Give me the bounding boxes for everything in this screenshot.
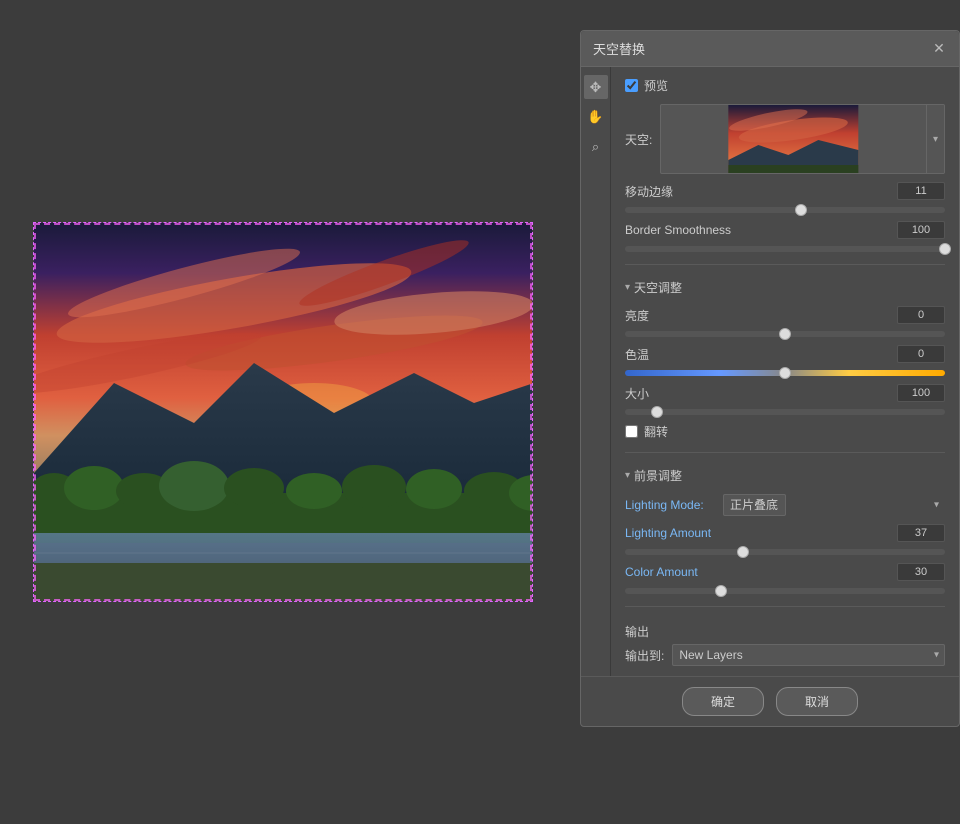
canvas-svg: [34, 223, 533, 602]
border-smoothness-slider-row: Border Smoothness: [625, 221, 945, 252]
dialog-body: ✥ ✋ ⌕ 预览 天空:: [581, 67, 959, 676]
sky-adjustment-header[interactable]: ▾ 天空调整: [625, 277, 945, 298]
color-temp-value[interactable]: [897, 345, 945, 363]
right-panel: 预览 天空:: [611, 67, 959, 676]
sky-adjustment-arrow: ▾: [625, 282, 630, 293]
dialog-title: 天空替换: [593, 39, 645, 58]
zoom-tool-button[interactable]: ⌕: [584, 135, 608, 159]
size-track[interactable]: [625, 409, 945, 415]
size-thumb[interactable]: [651, 406, 663, 418]
color-temp-label: 色温: [625, 346, 649, 363]
sky-dropdown: ▾: [660, 104, 945, 174]
brightness-track[interactable]: [625, 331, 945, 337]
lighting-amount-slider-row: Lighting Amount: [625, 524, 945, 555]
foreground-adjustment-label: 前景调整: [634, 467, 682, 484]
color-amount-value[interactable]: [897, 563, 945, 581]
move-edge-slider-row: 移动边缘: [625, 182, 945, 213]
foreground-adjustment-header[interactable]: ▾ 前景调整: [625, 465, 945, 486]
color-temp-slider-row: 色温: [625, 345, 945, 376]
preview-checkbox[interactable]: [625, 79, 638, 92]
size-header: 大小: [625, 384, 945, 402]
color-temp-track[interactable]: [625, 370, 945, 376]
move-tool-button[interactable]: ✥: [584, 75, 608, 99]
canvas-image-wrapper: [33, 222, 533, 602]
color-amount-label: Color Amount: [625, 565, 698, 579]
color-amount-thumb[interactable]: [715, 585, 727, 597]
dialog-footer: 确定 取消: [581, 676, 959, 726]
output-select-wrapper: New Layers Duplicate Layer Current Layer: [672, 644, 945, 666]
move-edge-track[interactable]: [625, 207, 945, 213]
move-edge-header: 移动边缘: [625, 182, 945, 200]
left-toolbar: ✥ ✋ ⌕: [581, 67, 611, 676]
sky-dropdown-arrow: ▾: [926, 105, 944, 173]
sky-selector: 天空:: [625, 104, 945, 174]
hand-icon: ✋: [587, 109, 603, 125]
border-smoothness-label: Border Smoothness: [625, 223, 731, 237]
lighting-mode-label: Lighting Mode:: [625, 498, 715, 512]
sky-adjustment-label: 天空调整: [634, 279, 682, 296]
border-smoothness-track[interactable]: [625, 246, 945, 252]
sky-thumbnail-image: [661, 105, 926, 173]
cancel-button[interactable]: 取消: [776, 687, 858, 716]
sky-adjustment-divider: [625, 264, 945, 265]
foreground-adjustment-divider: [625, 452, 945, 453]
hand-tool-button[interactable]: ✋: [584, 105, 608, 129]
flip-label: 翻转: [644, 423, 668, 440]
lighting-mode-row: Lighting Mode: 正片叠底 滤色 叠加 柔光: [625, 494, 945, 516]
border-smoothness-header: Border Smoothness: [625, 221, 945, 239]
color-temp-thumb[interactable]: [779, 367, 791, 379]
size-label: 大小: [625, 385, 649, 402]
zoom-icon: ⌕: [592, 139, 599, 155]
brightness-header: 亮度: [625, 306, 945, 324]
output-select[interactable]: New Layers Duplicate Layer Current Layer: [672, 644, 945, 666]
output-to-label: 输出到:: [625, 647, 664, 664]
brightness-slider-row: 亮度: [625, 306, 945, 337]
canvas-area: [0, 0, 565, 824]
move-edge-label: 移动边缘: [625, 183, 673, 200]
lighting-amount-track[interactable]: [625, 549, 945, 555]
move-icon: ✥: [590, 79, 602, 96]
close-button[interactable]: ✕: [931, 41, 947, 57]
lighting-amount-header: Lighting Amount: [625, 524, 945, 542]
lighting-mode-select-wrapper: 正片叠底 滤色 叠加 柔光: [723, 494, 945, 516]
sky-replace-dialog: 天空替换 ✕ ✥ ✋ ⌕ 预览 天空:: [580, 30, 960, 727]
sky-thumbnail-button[interactable]: ▾: [660, 104, 945, 174]
brightness-thumb[interactable]: [779, 328, 791, 340]
border-smoothness-value[interactable]: [897, 221, 945, 239]
output-section: 输出 输出到: New Layers Duplicate Layer Curre…: [625, 623, 945, 666]
flip-checkbox[interactable]: [625, 425, 638, 438]
size-slider-row: 大小: [625, 384, 945, 415]
lighting-amount-value[interactable]: [897, 524, 945, 542]
lighting-amount-label: Lighting Amount: [625, 526, 711, 540]
output-to-row: 输出到: New Layers Duplicate Layer Current …: [625, 644, 945, 666]
move-edge-value[interactable]: [897, 182, 945, 200]
brightness-value[interactable]: [897, 306, 945, 324]
lighting-mode-select[interactable]: 正片叠底 滤色 叠加 柔光: [723, 494, 786, 516]
foreground-adjustment-arrow: ▾: [625, 470, 630, 481]
preview-row: 预览: [625, 77, 945, 94]
preview-label: 预览: [644, 77, 668, 94]
border-smoothness-thumb[interactable]: [939, 243, 951, 255]
flip-row: 翻转: [625, 423, 945, 440]
move-edge-thumb[interactable]: [795, 204, 807, 216]
size-value[interactable]: [897, 384, 945, 402]
confirm-button[interactable]: 确定: [682, 687, 764, 716]
dialog-titlebar: 天空替换 ✕: [581, 31, 959, 67]
color-amount-slider-row: Color Amount: [625, 563, 945, 594]
brightness-label: 亮度: [625, 307, 649, 324]
color-temp-header: 色温: [625, 345, 945, 363]
color-amount-header: Color Amount: [625, 563, 945, 581]
output-label: 输出: [625, 623, 945, 640]
output-divider: [625, 606, 945, 607]
lighting-amount-thumb[interactable]: [737, 546, 749, 558]
color-amount-track[interactable]: [625, 588, 945, 594]
sky-label: 天空:: [625, 131, 652, 148]
